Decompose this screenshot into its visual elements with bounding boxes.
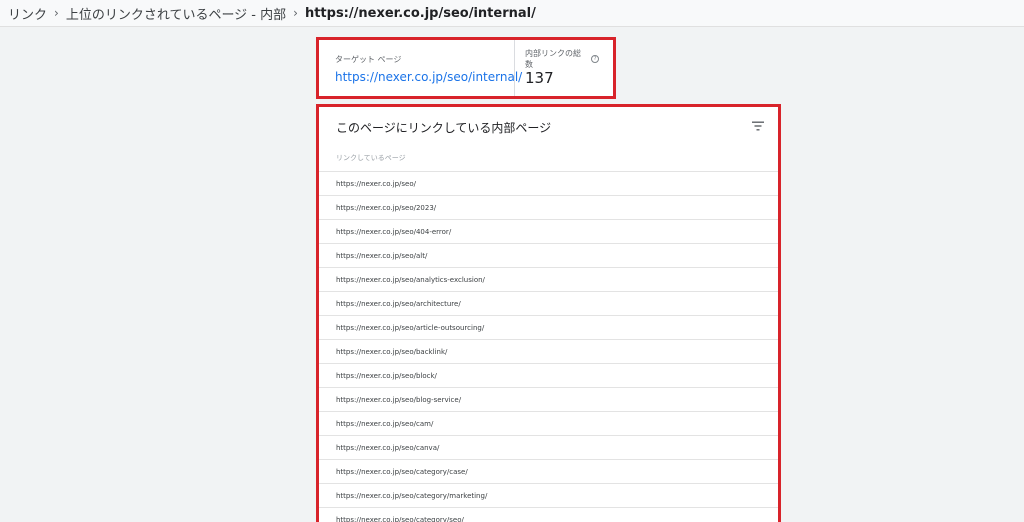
target-page-label: ターゲット ページ xyxy=(335,54,402,64)
breadcrumb-top-linked-internal[interactable]: 上位のリンクされているページ - 内部 xyxy=(66,4,286,23)
table-row[interactable]: https://nexer.co.jp/seo/analytics-exclus… xyxy=(319,267,778,291)
breadcrumb-links[interactable]: リンク xyxy=(8,4,47,23)
table-row[interactable]: https://nexer.co.jp/seo/2023/ xyxy=(319,195,778,219)
table-row[interactable]: https://nexer.co.jp/seo/backlink/ xyxy=(319,339,778,363)
table-row[interactable]: https://nexer.co.jp/seo/ xyxy=(319,171,778,195)
summary-card: ターゲット ページ https://nexer.co.jp/seo/intern… xyxy=(316,37,616,99)
table-row[interactable]: https://nexer.co.jp/seo/cam/ xyxy=(319,411,778,435)
breadcrumb-current-url: https://nexer.co.jp/seo/internal/ xyxy=(304,5,536,21)
target-page-cell: ターゲット ページ https://nexer.co.jp/seo/intern… xyxy=(319,40,522,96)
table-row[interactable]: https://nexer.co.jp/seo/article-outsourc… xyxy=(319,315,778,339)
linking-pages-panel: このページにリンクしている内部ページ リンクしているページ https://ne… xyxy=(316,104,781,522)
total-internal-links-cell: 内部リンクの総数 ? 137 xyxy=(515,40,613,96)
table-row[interactable]: https://nexer.co.jp/seo/architecture/ xyxy=(319,291,778,315)
table-row[interactable]: https://nexer.co.jp/seo/category/marketi… xyxy=(319,483,778,507)
table-row[interactable]: https://nexer.co.jp/seo/blog-service/ xyxy=(319,387,778,411)
chevron-right-icon: › xyxy=(54,6,59,20)
total-internal-links-label: 内部リンクの総数 ? xyxy=(525,49,599,69)
table-row[interactable]: https://nexer.co.jp/seo/category/seo/ xyxy=(319,507,778,522)
table-row[interactable]: https://nexer.co.jp/seo/canva/ xyxy=(319,435,778,459)
breadcrumb: リンク › 上位のリンクされているページ - 内部 › https://nexe… xyxy=(0,0,1024,27)
target-page-url: https://nexer.co.jp/seo/internal/ xyxy=(335,70,523,84)
panel-title: このページにリンクしている内部ページ xyxy=(336,121,552,135)
table-row[interactable]: https://nexer.co.jp/seo/block/ xyxy=(319,363,778,387)
target-page-link[interactable]: https://nexer.co.jp/seo/internal/ xyxy=(335,70,522,84)
help-icon[interactable]: ? xyxy=(591,55,599,63)
filter-icon[interactable] xyxy=(752,121,764,131)
total-internal-links-value: 137 xyxy=(525,69,554,87)
linking-pages-list: https://nexer.co.jp/seo/ https://nexer.c… xyxy=(319,171,778,522)
table-row[interactable]: https://nexer.co.jp/seo/alt/ xyxy=(319,243,778,267)
chevron-right-icon: › xyxy=(293,6,298,20)
table-row[interactable]: https://nexer.co.jp/seo/404-error/ xyxy=(319,219,778,243)
table-row[interactable]: https://nexer.co.jp/seo/category/case/ xyxy=(319,459,778,483)
column-header-linking-page[interactable]: リンクしているページ xyxy=(336,153,406,163)
total-internal-links-label-text: 内部リンクの総数 xyxy=(525,49,581,69)
